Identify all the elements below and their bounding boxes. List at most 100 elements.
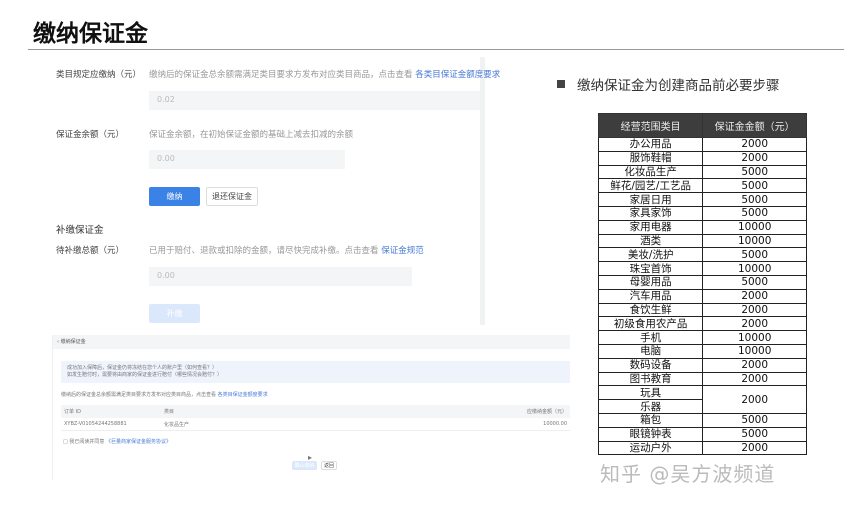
table-row: XYBZ-V01054244258881 化妆品生产 10000.00 (61, 418, 570, 431)
required-label: 类目规定应缴纳（元） (56, 70, 142, 80)
category-cell: 数码设备 (597, 357, 704, 373)
balance-desc: 保证金余额，在初始保证金额的基础上减去扣减的余额 (149, 130, 354, 140)
table-row: 玩具 2000 (597, 385, 807, 414)
dialog-title: 缴纳保证金 (60, 339, 86, 345)
amount-cell: 5000 (702, 192, 807, 207)
agree-checkbox[interactable]: □ 我已阅读并同意 《巨量商家保证金服务协议》 (63, 438, 171, 445)
bullet-text: 缴纳保证金为创建商品前必要步骤 (577, 78, 780, 94)
pending-input[interactable]: 0.00 (149, 267, 412, 286)
required-link[interactable]: 各类目保证金额度要求 (415, 70, 500, 80)
amount-cell: 10000 (702, 261, 807, 276)
table-row: 数码设备 2000 (597, 357, 807, 373)
dialog-desc-text: 缴纳后的保证金总余额需满足类目要求方发布对应类目商品，点击查看 (61, 392, 217, 398)
amount-cell: 2000 (702, 302, 807, 318)
table-row: 家居日用 5000 (597, 192, 807, 207)
table-row: 运动户外 2000 (597, 440, 807, 456)
dialog-desc: 缴纳后的保证金总余额需满足类目要求方发布对应类目商品，点击查看 各类目保证金额度… (61, 391, 268, 398)
amount-cell: 10000 (702, 330, 807, 345)
category-cell: 化妆品生产 (597, 164, 704, 180)
category-cell: 鲜花/园艺/工艺品 (597, 178, 704, 194)
category: 化妆品生产 (164, 421, 190, 428)
notice-line: 如发生赔付时，需要将由商家的保证金进行赔付（哪些情况会赔付？） (67, 372, 223, 378)
section-title: 补缴保证金 (56, 225, 104, 236)
category-cell: 食饮生鲜 (597, 302, 704, 318)
table-row: 酒类 10000 (597, 233, 807, 249)
table-row: 珠宝首饰 10000 (597, 261, 807, 276)
category-cell: 箱包 (597, 412, 704, 428)
agree-text: 我已阅读并同意 (69, 439, 105, 445)
category-cell: 汽车用品 (597, 288, 704, 304)
notice-line: 成功加入保障后，保证金仍将冻结在您个人的账户里（如何查看？） (67, 365, 218, 371)
notice-box: 成功加入保障后，保证金仍将冻结在您个人的账户里（如何查看？） 如发生赔付时，需要… (61, 361, 570, 383)
amount: 10000.00 (543, 421, 567, 427)
back-button[interactable]: 返回 (321, 461, 337, 470)
pending-link[interactable]: 保证金规范 (381, 246, 424, 256)
category-cell: 运动户外 (597, 440, 704, 456)
category-cell: 家居日用 (597, 192, 704, 207)
category-cell: 玩具 (597, 385, 704, 401)
deposit-settings-screenshot: 类目规定应缴纳（元） 缴纳后的保证金总余额需满足类目要求方发布对应类目商品，点击… (40, 57, 500, 325)
amount-cell: 10000 (702, 233, 807, 249)
table-row: 化妆品生产 5000 (597, 164, 807, 180)
table-row: 箱包 5000 (597, 412, 807, 428)
required-amount-input[interactable]: 0.02 (149, 91, 480, 110)
col-order: 订单 ID (64, 409, 81, 415)
table-row: 初级食用农产品 2000 (597, 316, 807, 332)
category-cell: 眼镜钟表 (597, 426, 704, 442)
amount-cell: 5000 (702, 412, 807, 428)
table-row: 眼镜钟表 5000 (597, 426, 807, 442)
amount-cell: 5000 (702, 426, 807, 442)
pay-deposit-screenshot: ‹ 缴纳保证金 成功加入保障后，保证金仍将冻结在您个人的账户里（如何查看？） 如… (52, 335, 570, 480)
table-row: 鲜花/园艺/工艺品 5000 (597, 178, 807, 194)
amount-cell: 10000 (702, 343, 807, 359)
table-row: 电脑 10000 (597, 343, 807, 359)
category-cell: 酒类 (597, 233, 704, 249)
confirm-button[interactable]: 确认缴纳 (292, 461, 317, 470)
table-header: 订单 ID 类目 应缴纳金额（元） (61, 405, 570, 418)
required-desc: 缴纳后的保证金总余额需满足类目要求方发布对应类目商品，点击查看 各类目保证金额度… (149, 68, 500, 80)
category-cell: 初级食用农产品 (597, 316, 704, 332)
order-id: XYBZ-V01054244258881 (64, 421, 127, 427)
amount-cell: 5000 (702, 274, 807, 290)
table-row: 图书教育 2000 (597, 371, 807, 387)
amount-cell: 10000 (702, 219, 807, 235)
table-row: 汽车用品 2000 (597, 288, 807, 304)
category-cell: 电脑 (597, 343, 704, 359)
table-row: 美妆/洗护 5000 (597, 247, 807, 263)
pay-button[interactable]: 缴纳 (149, 187, 200, 206)
balance-input[interactable]: 0.00 (149, 150, 345, 169)
category-cell: 乐器 (597, 399, 704, 414)
amount-cell: 2000 (702, 357, 807, 373)
col-amount: 应缴纳金额（元） (526, 409, 567, 415)
table-row: 手机 10000 (597, 330, 807, 345)
category-cell: 办公用品 (597, 137, 704, 152)
dialog-header: ‹ 缴纳保证金 (53, 335, 570, 349)
table-row: 食饮生鲜 2000 (597, 302, 807, 318)
table-row: 母婴用品 5000 (597, 274, 807, 290)
bullet-square-icon (557, 80, 565, 88)
amount-cell: 2000 (702, 150, 807, 166)
header-amount: 保证金金额（元） (702, 113, 807, 138)
amount-cell: 2000 (702, 371, 807, 387)
amount-cell: 2000 (702, 288, 807, 304)
category-cell: 家用电器 (597, 219, 704, 235)
amount-cell: 2000 (702, 440, 807, 456)
dialog-desc-link[interactable]: 各类目保证金额度要求 (218, 392, 268, 398)
watermark: 知乎 @吴方波频道 (600, 462, 776, 486)
topup-button[interactable]: 补缴 (149, 304, 200, 323)
refund-button[interactable]: 退还保证金 (206, 187, 258, 206)
amount-cell: 5000 (702, 164, 807, 180)
agree-link[interactable]: 《巨量商家保证金服务协议》 (106, 439, 171, 445)
scrollbar-edge (480, 57, 485, 325)
balance-label: 保证金余额（元） (56, 130, 125, 140)
pending-label: 待补缴总额（元） (56, 246, 125, 256)
amount-cell: 2000 (702, 316, 807, 332)
table-row: 家具家饰 5000 (597, 205, 807, 221)
bullet-point: 缴纳保证金为创建商品前必要步骤 (557, 74, 780, 94)
category-cell: 服饰鞋帽 (597, 150, 704, 166)
table-row: 办公用品 2000 (597, 137, 807, 152)
title-divider (28, 49, 844, 50)
amount-cell: 2000 (702, 137, 807, 152)
pending-desc: 已用于赔付、退款或扣除的金额，请尽快完成补缴。点击查看 保证金规范 (149, 244, 424, 256)
amount-cell: 2000 (702, 385, 807, 414)
